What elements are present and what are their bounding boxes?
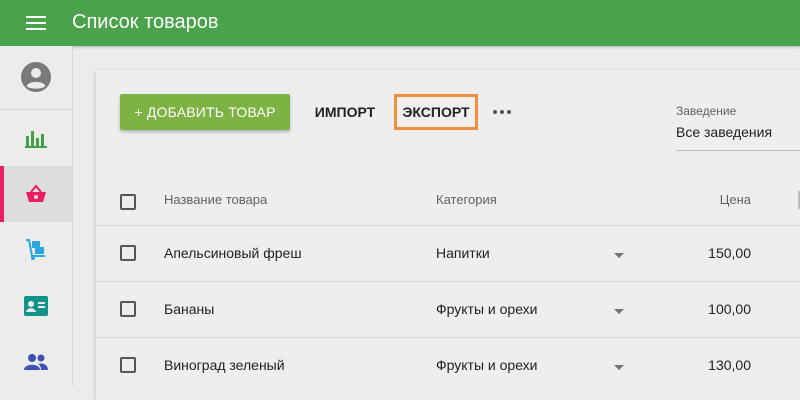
row-checkbox[interactable] bbox=[120, 357, 136, 373]
table-row[interactable]: Бананы Фрукты и орехи 100,00 bbox=[96, 281, 800, 338]
account-circle-icon bbox=[21, 62, 51, 92]
menu-icon[interactable] bbox=[26, 16, 46, 30]
row-checkbox[interactable] bbox=[120, 245, 136, 261]
product-category[interactable]: Напитки bbox=[436, 245, 490, 261]
sidebar-item-analytics[interactable] bbox=[0, 110, 72, 166]
row-checkbox[interactable] bbox=[120, 301, 136, 317]
app-bar: Список товаров bbox=[0, 0, 800, 46]
column-header-name[interactable]: Название товара bbox=[164, 192, 267, 207]
sidebar-item-warehouse[interactable] bbox=[0, 222, 72, 278]
basket-icon bbox=[26, 184, 46, 202]
sidebar-item-products[interactable] bbox=[0, 166, 72, 222]
sidebar-item-profile[interactable] bbox=[0, 49, 72, 105]
more-horizontal-icon bbox=[493, 110, 511, 114]
product-price: 150,00 bbox=[708, 245, 751, 261]
chevron-down-icon[interactable] bbox=[614, 309, 624, 314]
sidebar-item-team[interactable] bbox=[0, 334, 72, 390]
table-row[interactable]: Апельсиновый фреш Напитки 150,00 bbox=[96, 225, 800, 282]
chevron-down-icon[interactable] bbox=[614, 365, 624, 370]
table-row[interactable]: Виноград зеленый Фрукты и орехи 130,00 bbox=[96, 337, 800, 394]
select-all-checkbox[interactable] bbox=[120, 194, 136, 210]
products-card: + ДОБАВИТЬ ТОВАР ИМПОРТ ЭКСПОРТ Заведени… bbox=[96, 70, 800, 400]
venue-filter-select[interactable]: Все заведения bbox=[676, 124, 800, 151]
chevron-down-icon[interactable] bbox=[614, 253, 624, 258]
page-title: Список товаров bbox=[72, 11, 219, 33]
import-button[interactable]: ИМПОРТ bbox=[310, 94, 380, 130]
export-button[interactable]: ЭКСПОРТ bbox=[394, 94, 478, 130]
sidebar-item-contacts[interactable] bbox=[0, 278, 72, 334]
venue-filter-label: Заведение bbox=[676, 104, 737, 118]
hand-truck-icon bbox=[26, 239, 45, 260]
bar-chart-icon bbox=[25, 131, 47, 148]
people-icon bbox=[24, 354, 48, 370]
product-price: 130,00 bbox=[708, 357, 751, 373]
column-header-price[interactable]: Цена bbox=[656, 192, 751, 207]
add-product-button[interactable]: + ДОБАВИТЬ ТОВАР bbox=[120, 94, 290, 130]
product-category[interactable]: Фрукты и орехи bbox=[436, 357, 538, 373]
product-price: 100,00 bbox=[708, 301, 751, 317]
more-options-button[interactable] bbox=[488, 94, 516, 130]
product-name: Виноград зеленый bbox=[164, 357, 285, 373]
product-name: Бананы bbox=[164, 301, 215, 317]
sidebar bbox=[0, 46, 73, 386]
table-header: Название товара Категория Цена bbox=[96, 178, 800, 226]
product-category[interactable]: Фрукты и орехи bbox=[436, 301, 538, 317]
column-header-category[interactable]: Категория bbox=[436, 192, 497, 207]
product-name: Апельсиновый фреш bbox=[164, 245, 302, 261]
contact-card-icon bbox=[24, 296, 48, 316]
